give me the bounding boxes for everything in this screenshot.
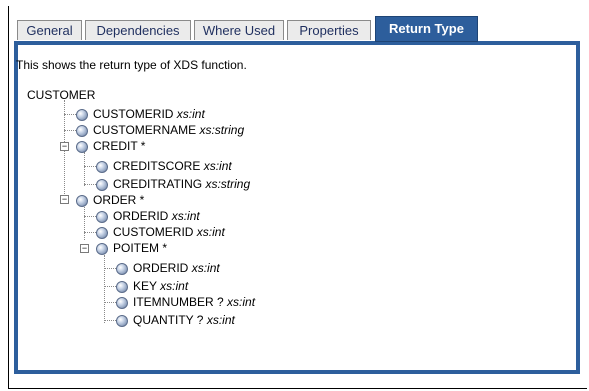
element-node-icon bbox=[76, 194, 88, 207]
tree-connector bbox=[84, 204, 85, 240]
element-node-icon bbox=[96, 242, 108, 255]
node-name: ORDERID bbox=[113, 209, 169, 223]
node-name: QUANTITY ? bbox=[133, 313, 204, 327]
tab-where-used[interactable]: Where Used bbox=[194, 20, 284, 40]
tree-connector bbox=[64, 114, 76, 115]
tree-node-creditscore[interactable]: CREDITSCORE xs:int bbox=[96, 158, 232, 174]
tree-node-order[interactable]: ORDER * bbox=[76, 192, 144, 208]
tab-general[interactable]: General bbox=[17, 20, 82, 40]
element-node-icon bbox=[76, 140, 88, 153]
description-text: This shows the return type of XDS functi… bbox=[16, 58, 247, 72]
element-node-icon bbox=[96, 178, 108, 191]
tree-connector bbox=[84, 232, 96, 233]
collapse-toggle-icon[interactable]: − bbox=[80, 244, 89, 253]
tab-return-type[interactable]: Return Type bbox=[375, 16, 478, 42]
node-type: xs:int bbox=[203, 159, 232, 173]
node-name: POITEM * bbox=[113, 241, 168, 255]
node-name: ORDERID bbox=[133, 261, 189, 275]
tree-connector bbox=[104, 255, 105, 323]
tree-connector bbox=[104, 320, 116, 321]
node-name: ORDER * bbox=[93, 193, 145, 207]
node-type: xs:int bbox=[191, 261, 220, 275]
tree-connector bbox=[104, 302, 116, 303]
node-name: ITEMNUMBER ? bbox=[133, 295, 224, 309]
node-type: xs:int bbox=[206, 313, 235, 327]
tree-node-orderid[interactable]: ORDERID xs:int bbox=[96, 208, 200, 224]
tree-node-order-customerid[interactable]: CUSTOMERID xs:int bbox=[96, 224, 225, 240]
collapse-toggle-icon[interactable]: − bbox=[60, 195, 69, 204]
tree-node-creditrating[interactable]: CREDITRATING xs:string bbox=[96, 176, 250, 192]
tree-connector bbox=[64, 130, 76, 131]
node-type: xs:int bbox=[160, 279, 189, 293]
tree-connector bbox=[104, 286, 116, 287]
tab-dependencies[interactable]: Dependencies bbox=[85, 20, 191, 40]
element-node-icon bbox=[116, 296, 128, 309]
tree-connector bbox=[84, 166, 96, 167]
node-type: xs:int bbox=[171, 209, 200, 223]
node-name: CUSTOMERID bbox=[93, 107, 174, 121]
node-name: KEY bbox=[133, 279, 157, 293]
node-name: CUSTOMERID bbox=[113, 225, 194, 239]
element-node-icon bbox=[76, 108, 88, 121]
tree-node-key[interactable]: KEY xs:int bbox=[116, 278, 188, 294]
tree-connector bbox=[64, 100, 65, 204]
tab-properties[interactable]: Properties bbox=[287, 20, 371, 40]
tree-root-customer[interactable]: CUSTOMER bbox=[27, 88, 95, 102]
node-type: xs:string bbox=[205, 177, 251, 191]
element-node-icon bbox=[96, 210, 108, 223]
node-type: xs:int bbox=[176, 107, 205, 121]
node-type: xs:int bbox=[196, 225, 225, 239]
node-name: CREDITSCORE bbox=[113, 159, 201, 173]
node-name: CUSTOMERNAME bbox=[93, 123, 197, 137]
node-name: CREDITRATING bbox=[113, 177, 203, 191]
collapse-toggle-icon[interactable]: − bbox=[60, 142, 69, 151]
tree-node-itemnumber[interactable]: ITEMNUMBER ? xs:int bbox=[116, 294, 255, 310]
tree-connector bbox=[104, 268, 116, 269]
tree-node-poitem-orderid[interactable]: ORDERID xs:int bbox=[116, 260, 220, 276]
tree-connector bbox=[84, 184, 96, 185]
tree-node-customername[interactable]: CUSTOMERNAME xs:string bbox=[76, 122, 244, 138]
node-name: CREDIT * bbox=[93, 139, 146, 153]
tree-node-customerid[interactable]: CUSTOMERID xs:int bbox=[76, 106, 205, 122]
node-type: xs:string bbox=[199, 123, 245, 137]
node-type: xs:int bbox=[227, 295, 256, 309]
element-node-icon bbox=[116, 280, 128, 293]
element-node-icon bbox=[96, 226, 108, 239]
tree-node-credit[interactable]: CREDIT * bbox=[76, 138, 145, 154]
element-node-icon bbox=[116, 262, 128, 275]
element-node-icon bbox=[96, 160, 108, 173]
tree-connector bbox=[84, 216, 96, 217]
tree-connector bbox=[84, 152, 85, 186]
tree-node-quantity[interactable]: QUANTITY ? xs:int bbox=[116, 312, 235, 328]
element-node-icon bbox=[116, 314, 128, 327]
tree-node-poitem[interactable]: POITEM * bbox=[96, 240, 167, 256]
element-node-icon bbox=[76, 124, 88, 137]
